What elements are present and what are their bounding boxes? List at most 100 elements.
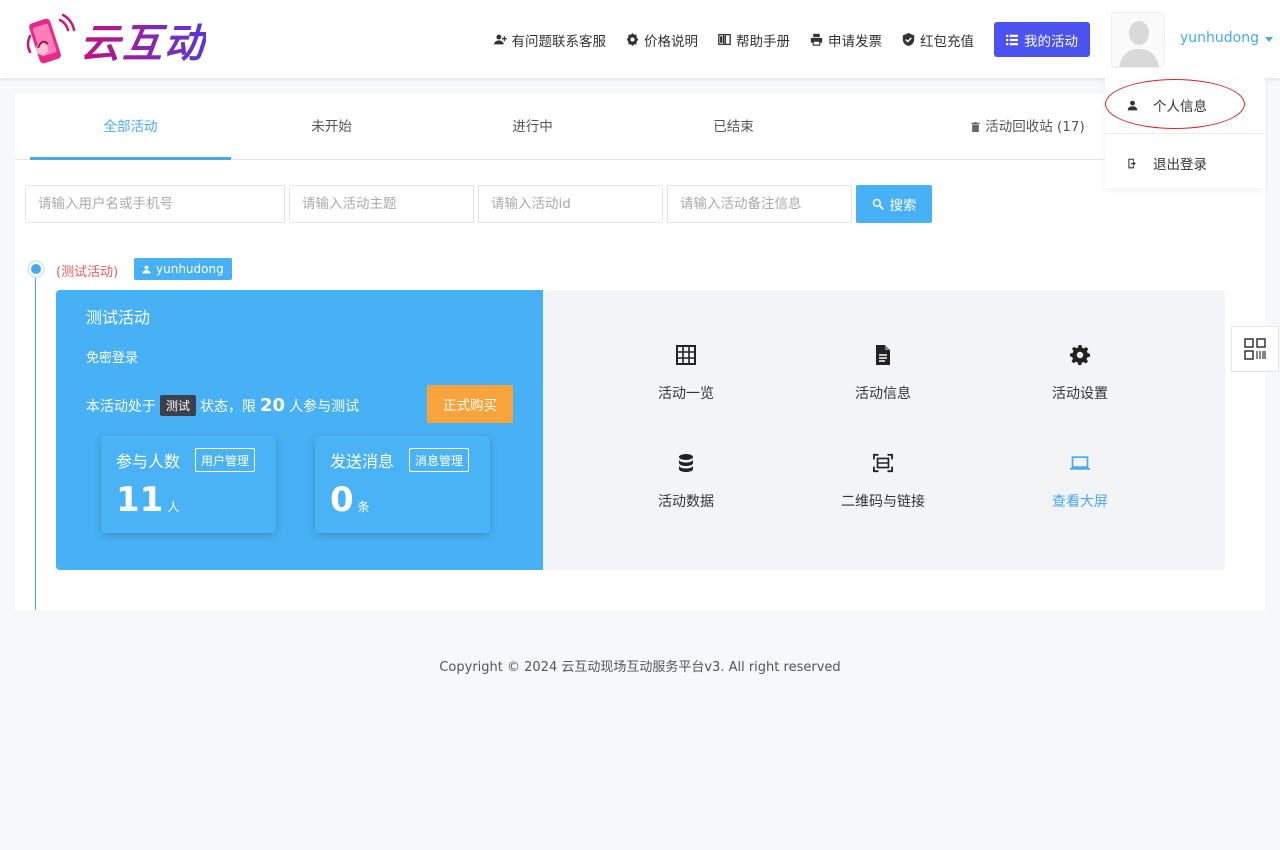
tab-recycle-bin-label: 活动回收站 (17) — [985, 119, 1085, 135]
user-icon — [142, 265, 151, 273]
badge-icon — [626, 33, 639, 46]
participants-count: 11 — [116, 480, 164, 520]
shield-check-icon — [902, 33, 915, 46]
messages-label: 发送消息 — [330, 452, 395, 471]
my-activities-label: 我的活动 — [1024, 33, 1078, 50]
login-mode: 免密登录 — [86, 351, 139, 366]
subject-search-input[interactable] — [289, 185, 474, 223]
timeline-line — [35, 274, 36, 610]
logout-icon — [1128, 158, 1136, 168]
logo[interactable]: 云互动 — [20, 10, 206, 70]
printer-icon — [810, 33, 823, 46]
nav-redpacket-recharge-label: 红包充值 — [920, 33, 974, 50]
action-qrcode-link-label: 二维码与链接 — [841, 494, 925, 510]
trash-icon — [971, 122, 980, 132]
participants-unit: 人 — [167, 500, 180, 514]
avatar[interactable] — [1111, 12, 1165, 68]
menu-divider — [1105, 133, 1265, 134]
phone-logo-icon — [20, 12, 78, 68]
laptop-icon — [1070, 456, 1090, 470]
status-tag: 测试 — [160, 395, 197, 416]
status-suffix: 人参与测试 — [289, 398, 360, 415]
activity-title: 测试活动 — [86, 308, 151, 327]
action-activity-overview[interactable]: 活动一览 — [626, 345, 746, 403]
activity-actions: 活动一览 活动信息 活动设置 活动数据 二维码与链接 查看大屏 — [543, 290, 1225, 570]
user-name: yunhudong — [1180, 30, 1259, 46]
messages-count: 0 — [330, 480, 354, 520]
search-icon — [872, 198, 884, 210]
list-icon — [1006, 34, 1018, 45]
book-icon — [718, 33, 731, 46]
user-management-button[interactable]: 用户管理 — [195, 448, 256, 472]
search-button-label: 搜索 — [889, 198, 917, 214]
action-activity-settings[interactable]: 活动设置 — [1020, 345, 1140, 403]
action-view-big-screen-label: 查看大屏 — [1052, 494, 1108, 510]
highlight-circle — [1105, 79, 1245, 129]
my-activities-button[interactable]: 我的活动 — [994, 22, 1090, 57]
grid-icon — [676, 345, 696, 365]
messages-unit: 条 — [357, 500, 370, 514]
top-nav: 有问题联系客服 价格说明 帮助手册 申请发票 红包充值 我的活动 — [474, 22, 1090, 57]
database-icon — [679, 454, 693, 472]
status-prefix: 本活动处于 — [86, 398, 156, 415]
note-search-input[interactable] — [667, 185, 852, 223]
action-activity-overview-label: 活动一览 — [658, 386, 714, 402]
caret-down-icon — [1265, 36, 1273, 42]
messages-stat: 发送消息 消息管理 0条 — [315, 436, 490, 533]
activity-status: 本活动处于 测试 状态，限 20 人参与测试 — [86, 395, 359, 416]
timeline-activity-title[interactable]: (测试活动) — [56, 261, 118, 280]
footer-copyright: Copyright © 2024 云互动现场互动服务平台v3. All righ… — [439, 660, 841, 675]
scan-icon — [873, 453, 893, 473]
nav-help-manual-label: 帮助手册 — [736, 33, 790, 50]
participants-stat: 参与人数 用户管理 11 人 — [101, 436, 276, 533]
username-search-input[interactable] — [25, 185, 285, 223]
user-plus-icon — [493, 34, 507, 45]
tab-ended[interactable]: 已结束 — [633, 94, 834, 160]
timeline-dot — [27, 260, 45, 278]
brand-name: 云互动 — [80, 11, 206, 69]
menu-item-logout-label: 退出登录 — [1153, 157, 1207, 173]
tab-in-progress[interactable]: 进行中 — [432, 94, 633, 160]
nav-invoice[interactable]: 申请发票 — [810, 30, 882, 50]
search-bar: 搜索 — [25, 185, 932, 223]
action-activity-settings-label: 活动设置 — [1052, 386, 1108, 402]
top-header: 云互动 有问题联系客服 价格说明 帮助手册 申请发票 红包充值 我的活动 yun… — [0, 0, 1280, 78]
action-activity-data[interactable]: 活动数据 — [626, 453, 746, 511]
search-button[interactable]: 搜索 — [856, 185, 932, 223]
default-avatar-icon — [1112, 13, 1164, 67]
buy-button[interactable]: 正式购买 — [427, 385, 513, 423]
nav-invoice-label: 申请发票 — [828, 33, 882, 50]
tab-not-started[interactable]: 未开始 — [231, 94, 432, 160]
nav-redpacket-recharge[interactable]: 红包充值 — [902, 30, 974, 50]
participants-value: 11 人 — [116, 480, 179, 520]
owner-badge: yunhudong — [134, 258, 232, 280]
action-qrcode-link[interactable]: 二维码与链接 — [823, 453, 943, 511]
action-activity-info[interactable]: 活动信息 — [823, 345, 943, 403]
nav-contact-support[interactable]: 有问题联系客服 — [493, 30, 607, 50]
qrcode-float-button[interactable] — [1231, 326, 1279, 372]
message-management-button[interactable]: 消息管理 — [409, 448, 470, 472]
participant-limit: 20 — [260, 395, 286, 416]
qrcode-icon — [1244, 338, 1266, 360]
tab-all-activities[interactable]: 全部活动 — [30, 94, 231, 160]
owner-name: yunhudong — [156, 262, 224, 276]
status-mid: 状态，限 — [200, 398, 257, 415]
activity-summary: 测试活动 免密登录 本活动处于 测试 状态，限 20 人参与测试 正式购买 参与… — [56, 290, 543, 570]
activity-id-search-input[interactable] — [478, 185, 663, 223]
participants-label: 参与人数 — [116, 452, 181, 471]
nav-contact-support-label: 有问题联系客服 — [511, 33, 607, 50]
nav-pricing-label: 价格说明 — [644, 33, 698, 50]
action-activity-data-label: 活动数据 — [658, 494, 714, 510]
gear-icon — [1070, 345, 1090, 365]
activity-tabs: 全部活动 未开始 进行中 已结束 活动回收站 (17) — [15, 94, 1265, 160]
menu-item-logout[interactable]: 退出登录 — [1105, 152, 1265, 174]
nav-pricing[interactable]: 价格说明 — [626, 30, 698, 50]
activity-panel: 全部活动 未开始 进行中 已结束 活动回收站 (17) 搜索 (测试活动) yu… — [15, 94, 1265, 610]
messages-value: 0条 — [330, 480, 370, 520]
user-menu-toggle[interactable]: yunhudong — [1180, 30, 1273, 46]
action-activity-info-label: 活动信息 — [855, 386, 911, 402]
tab-recycle-bin[interactable]: 活动回收站 (17) — [928, 94, 1128, 160]
nav-help-manual[interactable]: 帮助手册 — [718, 30, 790, 50]
action-view-big-screen[interactable]: 查看大屏 — [1020, 453, 1140, 511]
document-icon — [876, 345, 890, 365]
